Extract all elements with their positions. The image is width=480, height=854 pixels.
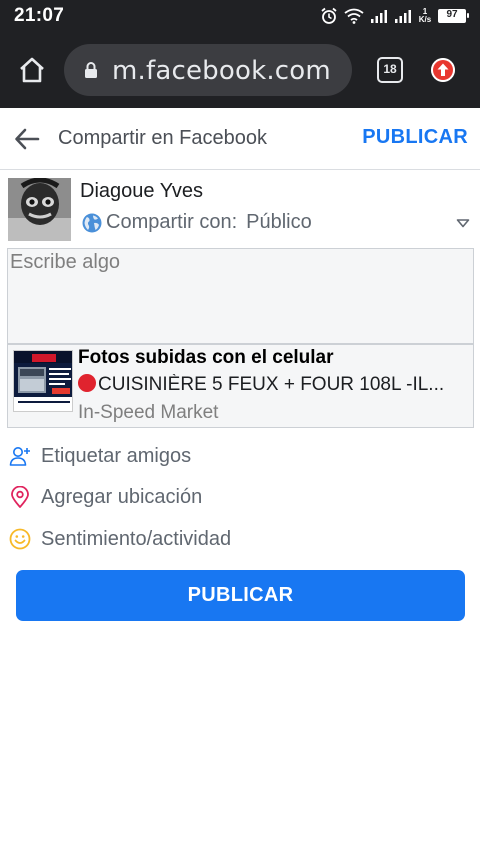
share-profile: Diagoue Yves Compartir con: Público [0,171,480,247]
url-bar[interactable]: m.facebook.com [64,44,352,96]
attachment-description-text: CUISINIÈRE 5 FEUX + FOUR 108L -IL... [98,374,445,395]
lock-icon [85,62,97,78]
page-title: Compartir en Facebook [58,127,267,149]
caret-down-icon[interactable] [456,218,470,228]
smiley-icon [9,528,31,550]
browser-toolbar: m.facebook.com 18 [0,30,480,108]
signal-icon [395,10,411,23]
publish-header-button[interactable]: PUBLICAR [362,126,468,149]
wifi-icon [344,8,364,24]
net-speed-unit: K/s [418,15,432,24]
page-header: Compartir en Facebook PUBLICAR [0,108,480,170]
avatar-image [8,178,71,241]
attachment-thumbnail [13,350,73,412]
feeling-activity-label: Sentimiento/actividad [41,528,232,550]
status-icons: 1 K/s 97 [320,6,469,26]
audience-value: Público [246,211,312,233]
link-attachment-card[interactable]: Fotos subidas con el celular CUISINIÈRE … [7,344,474,428]
feeling-activity-option[interactable]: Sentimiento/actividad [0,520,480,560]
attachment-description: CUISINIÈRE 5 FEUX + FOUR 108L -IL... [78,374,470,396]
red-circle-icon [78,374,96,392]
globe-icon [82,213,102,232]
battery-level: 97 [446,9,458,20]
status-bar: 21:07 1 K/s 97 [0,0,480,30]
signal-icon [371,10,387,23]
tab-switcher-button[interactable]: 18 [377,57,403,83]
net-speed: 1 K/s [418,8,432,24]
tag-friends-option[interactable]: Etiquetar amigos [0,437,480,477]
battery-icon: 97 [438,9,469,23]
arrow-left-icon[interactable] [13,125,41,153]
attachment-title: Fotos subidas con el celular [78,347,334,368]
status-time: 21:07 [14,5,65,26]
update-icon[interactable] [431,58,455,82]
alarm-icon [321,7,337,24]
tab-count: 18 [383,62,397,76]
post-text-input[interactable]: Escribe algo [7,248,474,344]
publish-button[interactable]: PUBLICAR [16,570,465,621]
home-icon[interactable] [18,56,46,84]
location-pin-icon [11,486,29,508]
add-location-option[interactable]: Agregar ubicación [0,478,480,518]
tag-friends-icon [9,447,30,466]
post-text-placeholder: Escribe algo [10,251,121,273]
attachment-source: In-Speed Market [78,402,219,423]
audience-label: Compartir con: [106,211,238,233]
user-name: Diagoue Yves [80,180,204,202]
add-location-label: Agregar ubicación [41,486,203,508]
tag-friends-label: Etiquetar amigos [41,445,192,467]
url-text[interactable]: m.facebook.com [112,56,331,86]
audience-selector[interactable]: Compartir con: Público [82,211,312,234]
avatar [8,178,71,241]
